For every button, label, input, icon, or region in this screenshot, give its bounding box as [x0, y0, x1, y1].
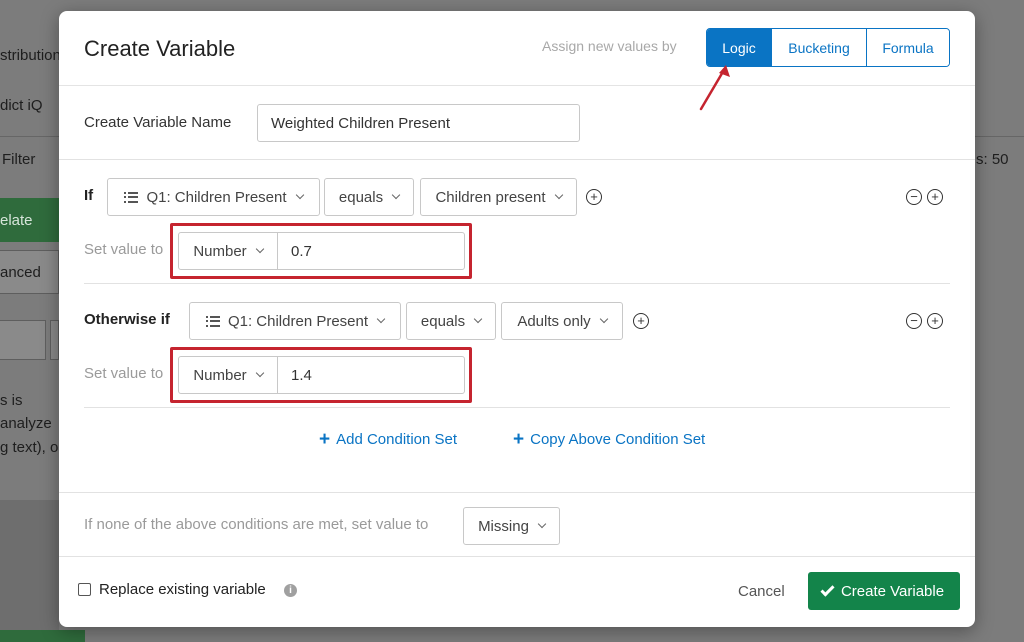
replace-variable-checkbox[interactable] — [78, 583, 91, 596]
assign-values-label: Assign new values by — [542, 38, 677, 54]
bg-predict-iq-tab: dict iQ — [0, 97, 43, 114]
annotation-arrow-icon — [690, 60, 750, 120]
bg-text-1: s is — [0, 392, 23, 409]
plus-icon: + — [513, 429, 524, 450]
formula-mode-button[interactable]: Formula — [866, 29, 949, 66]
bg-divider-right — [975, 136, 1024, 137]
bg-divider — [0, 136, 59, 137]
bg-advanced: anced — [0, 264, 41, 281]
chevron-down-icon — [599, 315, 607, 323]
operator-value-1: equals — [339, 189, 383, 206]
answer-dropdown-2[interactable]: Adults only — [501, 302, 623, 340]
condition-divider — [84, 283, 950, 284]
chevron-down-icon — [377, 315, 385, 323]
operator-dropdown-2[interactable]: equals — [406, 302, 496, 340]
question-value-2: Q1: Children Present — [228, 313, 368, 330]
add-condition-set-label: Add Condition Set — [336, 431, 457, 448]
operator-dropdown-1[interactable]: equals — [324, 178, 414, 216]
bg-green-strip — [0, 630, 85, 642]
question-dropdown-1[interactable]: Q1: Children Present — [107, 178, 320, 216]
bg-text-3: g text), o — [0, 439, 58, 456]
replace-variable-label: Replace existing variable — [99, 581, 266, 598]
condition-divider — [84, 407, 950, 408]
section-divider — [59, 159, 975, 160]
bg-input — [0, 320, 46, 360]
bg-count: s: 50 — [976, 151, 1009, 168]
copy-condition-set-label: Copy Above Condition Set — [530, 431, 705, 448]
bucketing-mode-button[interactable]: Bucketing — [771, 29, 866, 66]
create-variable-dialog: Create Variable Assign new values by Log… — [59, 11, 975, 627]
remove-condition-set-icon[interactable]: − — [906, 189, 922, 205]
section-divider — [59, 556, 975, 557]
chevron-down-icon — [538, 520, 546, 528]
cancel-button[interactable]: Cancel — [738, 583, 785, 600]
set-value-label-2: Set value to — [84, 365, 163, 382]
dialog-title: Create Variable — [84, 36, 235, 62]
question-dropdown-2[interactable]: Q1: Children Present — [189, 302, 401, 340]
chevron-down-icon — [554, 191, 562, 199]
chevron-down-icon — [392, 191, 400, 199]
add-condition-icon[interactable]: + — [633, 313, 649, 329]
add-condition-icon[interactable]: + — [586, 189, 602, 205]
none-met-label: If none of the above conditions are met,… — [84, 516, 428, 533]
remove-condition-set-icon[interactable]: − — [906, 313, 922, 329]
dialog-header: Create Variable Assign new values by Log… — [59, 11, 975, 86]
highlight-box — [170, 223, 472, 279]
info-icon[interactable]: i — [284, 584, 297, 597]
variable-name-input[interactable]: Weighted Children Present — [257, 104, 580, 142]
answer-dropdown-1[interactable]: Children present — [420, 178, 577, 216]
otherwise-if-label: Otherwise if — [84, 311, 170, 328]
bg-input-2 — [50, 320, 59, 360]
bg-filter: Filter — [2, 151, 35, 168]
answer-value-2: Adults only — [517, 313, 590, 330]
question-value-1: Q1: Children Present — [146, 189, 286, 206]
section-divider — [59, 492, 975, 493]
bg-distribution-tab: stribution — [0, 47, 61, 64]
plus-icon: + — [319, 429, 330, 450]
answer-value-1: Children present — [435, 189, 545, 206]
add-condition-set-link[interactable]: + Add Condition Set — [319, 429, 457, 451]
operator-value-2: equals — [421, 313, 465, 330]
add-condition-set-icon[interactable]: + — [927, 189, 943, 205]
list-icon — [124, 192, 138, 203]
none-met-value: Missing — [478, 518, 529, 535]
create-variable-button[interactable]: Create Variable — [808, 572, 960, 610]
none-met-dropdown[interactable]: Missing — [463, 507, 560, 545]
bg-text-2: analyze — [0, 415, 52, 432]
set-value-label-1: Set value to — [84, 241, 163, 258]
bg-green-button-label: elate — [0, 212, 33, 229]
list-icon — [206, 316, 220, 327]
variable-name-label: Create Variable Name — [84, 114, 231, 131]
if-label: If — [84, 187, 93, 204]
highlight-box — [170, 347, 472, 403]
chevron-down-icon — [474, 315, 482, 323]
copy-condition-set-link[interactable]: + Copy Above Condition Set — [513, 429, 705, 451]
chevron-down-icon — [295, 191, 303, 199]
add-condition-set-icon[interactable]: + — [927, 313, 943, 329]
create-variable-label: Create Variable — [841, 583, 944, 600]
checkmark-icon — [820, 582, 834, 596]
bg-panel — [0, 500, 59, 642]
